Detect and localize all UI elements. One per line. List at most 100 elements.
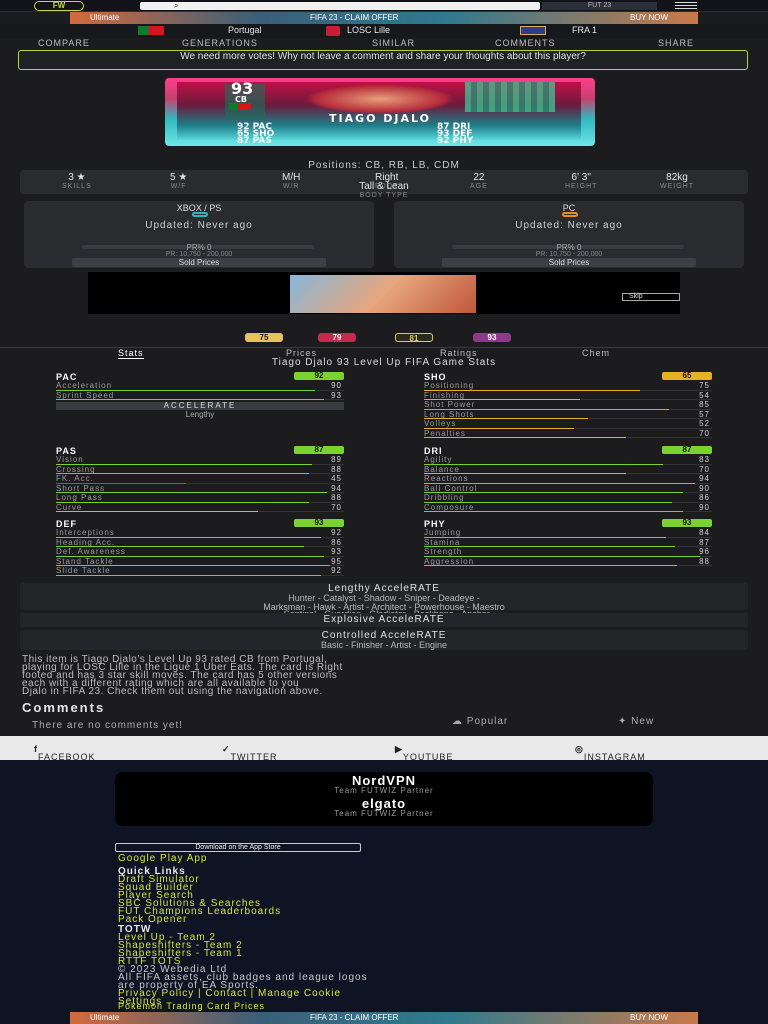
promo-banner[interactable]: Ultimate FIFA 23 - CLAIM OFFER BUY NOW: [70, 12, 698, 24]
league-link[interactable]: FRA 1: [572, 25, 597, 35]
twitter-icon: ✓: [222, 744, 231, 754]
attr-weight: 82kg WEIGHT: [660, 172, 694, 190]
sort-new-button[interactable]: ✦ New: [618, 716, 654, 727]
stat-row: Dribbling 86: [424, 493, 712, 503]
vote-notice[interactable]: We need more votes! Why not leave a comm…: [18, 50, 748, 70]
stat-row: Reactions 94: [424, 474, 712, 484]
group-value: 87: [294, 446, 344, 454]
banner-left-text: Ultimate: [90, 13, 120, 22]
search-input[interactable]: [140, 2, 540, 10]
version-select[interactable]: FUT 23: [542, 2, 657, 10]
club-info-row: Portugal LOSC Lille FRA 1: [0, 24, 768, 38]
nav-generations[interactable]: GENERATIONS: [182, 38, 258, 48]
attr-work-rate: M/H W/R: [282, 172, 301, 190]
explosive-accelerate-panel: Explosive AcceleRATE: [20, 613, 748, 627]
card-nation-icon: [229, 103, 251, 110]
card-decoration-pattern: [465, 82, 555, 112]
attr-weak-foot: 5 ★ W/F: [170, 172, 188, 190]
instagram-icon: ◎: [575, 744, 584, 754]
accelerate-type: Lengthy: [185, 410, 215, 419]
panel-line: Basic - Finisher - Artist - Engine: [320, 640, 448, 650]
stat-row: Heading Acc. 86: [56, 538, 344, 547]
player-attributes: 3 ★ SKILLS 5 ★ W/F M/H W/R Right FOOT 22 AGE …: [20, 170, 748, 199]
partner-sub: Team FUTWIZ Partner: [334, 786, 434, 795]
nav-share[interactable]: SHARE: [658, 38, 694, 48]
popular-icon: ☁: [452, 716, 467, 727]
stat-group-dri: DRI 87 Agility 83 Balance 70 Reactions 94 Ball …: [424, 446, 712, 512]
stat-row: Jumping 84: [424, 528, 712, 538]
site-logo[interactable]: FW: [34, 1, 84, 11]
group-value: 87: [662, 446, 712, 454]
new-icon: ✦: [618, 716, 632, 727]
card-stats-left: 92 PAC 65 SHO 87 PAS: [237, 122, 275, 146]
menu-icon[interactable]: [675, 2, 697, 10]
youtube-link[interactable]: ▶ YOUTUBE: [395, 744, 452, 762]
card-stats-right: 87 DRI 93 DEF 92 PHY: [437, 122, 474, 146]
club-link[interactable]: LOSC Lille: [347, 25, 390, 35]
card-name: TIAGO DJALO: [328, 112, 432, 125]
banner-mid-text: FIFA 23 - CLAIM OFFER: [310, 13, 399, 22]
promo-banner-bottom[interactable]: Ultimate FIFA 23 - CLAIM OFFER BUY NOW: [70, 1012, 698, 1024]
stat-row: Agility 83: [424, 455, 712, 465]
stat-row: Stamina 87: [424, 538, 712, 547]
stat-row: Composure 90: [424, 503, 712, 512]
club-badge-icon: [326, 26, 340, 36]
player-card: 93 CB TIAGO DJALO 92 PAC 65 SHO 87 PAS 87 …: [165, 78, 595, 146]
search-icon: ⌕: [174, 1, 179, 10]
instagram-link[interactable]: ◎ INSTAGRAM: [575, 744, 645, 762]
stat-group-phy: PHY 93 Jumping 84 Stamina 87 Strength 96 Aggres…: [424, 519, 712, 566]
ad-image[interactable]: [290, 275, 476, 313]
twitter-link[interactable]: ✓ TWITTER: [222, 744, 277, 762]
stats-tabs: Stats Prices Ratings Chem: [0, 347, 768, 359]
group-value: 93: [294, 519, 344, 527]
version-pill-81[interactable]: 81: [395, 333, 433, 343]
nation-link[interactable]: Portugal: [228, 25, 262, 35]
version-pill-75[interactable]: 75: [245, 333, 283, 342]
nav-similar[interactable]: SIMILAR: [372, 38, 415, 48]
stat-row: Crossing 88: [56, 465, 344, 474]
banner-mid-text: FIFA 23 - CLAIM OFFER: [310, 1013, 399, 1022]
pokemon-link[interactable]: Pokemon Trading Card Prices: [118, 1002, 265, 1011]
stat-row: Stand Tackle 95: [56, 557, 344, 566]
ad-skip-button[interactable]: Skip: [622, 293, 680, 301]
stat-group-pas: PAS 87 Vision 89 Crossing 88 FK. Acc. 45 Short …: [56, 446, 344, 512]
sort-popular-button[interactable]: ☁ Popular: [452, 716, 508, 727]
stat-row: Curve 70: [56, 503, 344, 512]
stat-bar: [56, 574, 321, 576]
price-range: PR: 10,750 - 200,000: [535, 251, 603, 258]
stat-row: Shot Power 85: [424, 400, 712, 410]
stat-group-def: DEF 93 Interceptions 92 Heading Acc. 86 Def. …: [56, 519, 344, 576]
link-pack-opener[interactable]: Pack Opener: [118, 915, 187, 925]
price-indicator-icon: [192, 212, 208, 217]
league-logo-icon: [520, 26, 546, 35]
price-updated: Updated: Never ago: [515, 220, 623, 231]
stat-row: Acceleration 90: [56, 381, 344, 391]
group-value: 92: [294, 372, 344, 380]
version-pill-79[interactable]: 79: [318, 333, 356, 342]
player-nav: COMPARE GENERATIONS SIMILAR COMMENTS SHA…: [0, 38, 768, 48]
price-box-pc: PC Updated: Never ago PR% 0 PR: 10,750 -…: [394, 201, 744, 268]
comments-empty: There are no comments yet!: [32, 720, 184, 731]
google-play-link[interactable]: Google Play App: [118, 854, 208, 864]
player-description: This item is Tiago Djalo's Level Up 93 r…: [22, 654, 343, 697]
sold-prices-button[interactable]: Sold Prices: [72, 258, 326, 267]
stat-row: Sprint Speed 93: [56, 391, 344, 400]
sold-prices-button[interactable]: Sold Prices: [442, 258, 696, 267]
nav-comments[interactable]: COMMENTS: [495, 38, 556, 48]
attr-skills: 3 ★ SKILLS: [62, 172, 92, 190]
group-value: 93: [662, 519, 712, 527]
facebook-link[interactable]: f FACEBOOK: [34, 744, 95, 762]
player-photo: [305, 84, 455, 114]
stat-row: Ball Control 90: [424, 484, 712, 493]
app-store-button[interactable]: Download on the App Store: [115, 843, 361, 852]
nav-compare[interactable]: COMPARE: [38, 38, 90, 48]
controlled-accelerate-panel: Controlled AcceleRATE Basic - Finisher -…: [20, 630, 748, 650]
version-pill-93[interactable]: 93: [473, 333, 511, 342]
youtube-icon: ▶: [395, 744, 403, 754]
banner-right-text: BUY NOW: [630, 1013, 669, 1022]
stat-row: Balance 70: [424, 465, 712, 474]
price-box-console: XBOX / PS Updated: Never ago PR% 0 PR: 1…: [24, 201, 374, 268]
social-bar: f FACEBOOK ✓ TWITTER ▶ YOUTUBE ◎ INSTAGR…: [0, 736, 768, 762]
stat-row: Penalties 70: [424, 429, 712, 438]
price-indicator-icon: [562, 212, 578, 217]
